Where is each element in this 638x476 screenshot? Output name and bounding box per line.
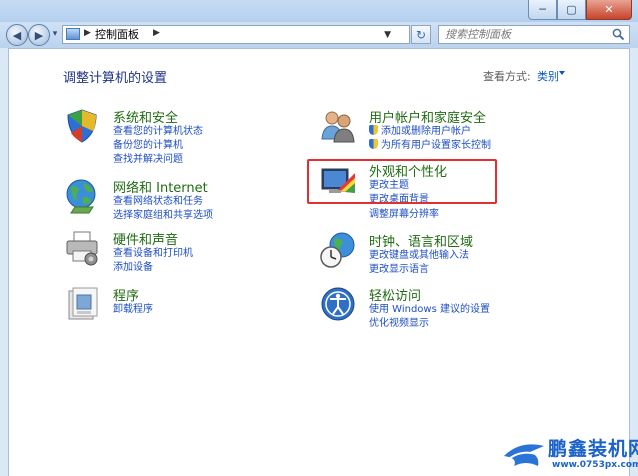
navigation-bar: ◀ ▶ ▾ ▶ 控制面板 ▶ ▼ ↻ [0,22,638,48]
page-title: 调整计算机的设置 [63,71,168,86]
link-add-device[interactable]: 添加设备 [113,261,153,274]
link-devices-printers[interactable]: 查看设备和打印机 [113,247,193,260]
link-troubleshoot[interactable]: 查找并解决问题 [113,153,183,166]
link-change-keyboard-input[interactable]: 更改键盘或其他输入法 [369,249,469,262]
back-arrow-icon: ◀ [12,28,22,42]
control-panel-content: 调整计算机的设置 查看方式: 类别 系统和安全 查看您的计算机状态 备份您的计算… [8,48,630,476]
recent-pages-dropdown[interactable]: ▾ [50,28,60,40]
category-title-network-internet[interactable]: 网络和 Internet [113,177,208,196]
uac-shield-icon [369,125,378,135]
link-adjust-screen-resolution[interactable]: 调整屏幕分辨率 [369,208,439,221]
maximize-icon: ▢ [566,3,577,16]
search-box[interactable] [438,25,630,44]
category-title-user-accounts[interactable]: 用户帐户和家庭安全 [369,107,486,126]
shield-icon[interactable] [63,107,101,145]
users-icon[interactable] [319,107,357,145]
control-panel-icon [66,28,80,40]
breadcrumb-chevron-icon[interactable]: ▶ [153,28,160,38]
watermark-url: www.0753px.com [552,460,638,470]
category-title-clock-language-region[interactable]: 时钟、语言和区域 [369,231,473,250]
back-button[interactable]: ◀ [6,24,28,46]
breadcrumb-control-panel[interactable]: 控制面板 [95,27,139,43]
title-bar: ─ ▢ ✕ [0,0,638,22]
programs-icon[interactable] [63,285,101,323]
maximize-button[interactable]: ▢ [557,0,586,20]
link-add-remove-accounts[interactable]: 添加或删除用户帐户 [369,125,471,138]
link-backup-computer[interactable]: 备份您的计算机 [113,139,183,152]
search-input[interactable] [439,26,621,43]
link-windows-suggested-settings[interactable]: 使用 Windows 建议的设置 [369,303,490,316]
view-by-dropdown[interactable]: 类别 [537,68,559,84]
watermark-brand: 鹏鑫装机网 [548,438,638,460]
link-optimize-visual-display[interactable]: 优化视频显示 [369,317,429,330]
close-icon: ✕ [604,3,614,16]
search-icon[interactable] [612,28,625,41]
network-globe-icon[interactable] [63,177,101,215]
forward-button[interactable]: ▶ [28,24,50,46]
close-button[interactable]: ✕ [586,0,632,20]
ease-of-access-icon[interactable] [319,285,357,323]
clock-globe-icon[interactable] [319,231,357,269]
forward-arrow-icon: ▶ [34,28,44,42]
category-title-hardware-sound[interactable]: 硬件和声音 [113,229,178,248]
category-title-ease-of-access[interactable]: 轻松访问 [369,285,421,304]
link-uninstall-program[interactable]: 卸载程序 [113,303,153,316]
link-text: 为所有用户设置家长控制 [381,140,491,151]
refresh-button[interactable]: ↻ [411,25,431,44]
minimize-button[interactable]: ─ [528,0,557,20]
window-controls: ─ ▢ ✕ [528,0,632,20]
view-by-label: 查看方式: [483,70,531,83]
breadcrumb-chevron-icon[interactable]: ▶ [84,28,91,38]
link-text: 添加或删除用户帐户 [381,126,471,137]
link-change-display-language[interactable]: 更改显示语言 [369,263,429,276]
link-parental-controls[interactable]: 为所有用户设置家长控制 [369,139,491,152]
link-homegroup-sharing[interactable]: 选择家庭组和共享选项 [113,209,213,222]
address-bar[interactable]: ▶ 控制面板 ▶ ▼ [62,25,410,44]
printer-icon[interactable] [63,229,101,267]
minimize-icon: ─ [539,3,546,16]
refresh-icon: ↻ [415,27,427,42]
link-view-network-status[interactable]: 查看网络状态和任务 [113,195,203,208]
view-by-dropdown-arrow-icon[interactable] [559,71,565,75]
category-title-system-security[interactable]: 系统和安全 [113,107,178,126]
address-dropdown-icon[interactable]: ▼ [384,27,391,43]
highlight-box [307,159,497,204]
category-title-programs[interactable]: 程序 [113,285,139,304]
uac-shield-icon [369,139,378,149]
link-view-computer-status[interactable]: 查看您的计算机状态 [113,125,203,138]
